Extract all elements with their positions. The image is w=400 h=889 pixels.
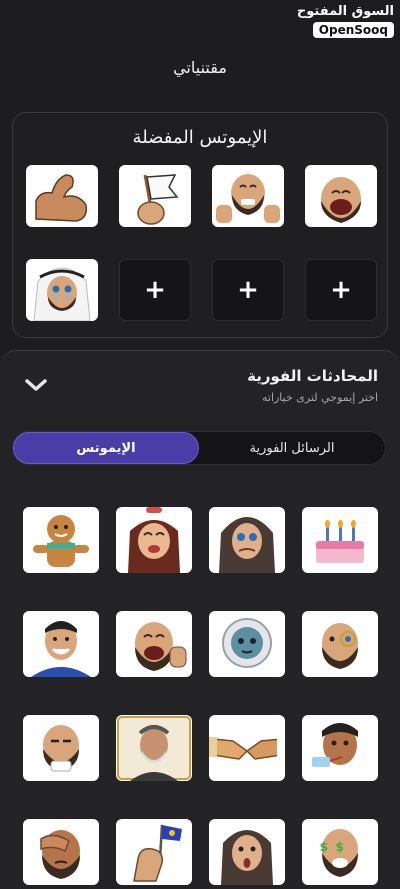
favorite-slot[interactable] [212, 165, 284, 227]
emote-item[interactable] [302, 611, 378, 677]
watermark-arabic: السوق المفتوح [296, 4, 394, 19]
emote-item[interactable] [209, 611, 285, 677]
fist-flag-emoji-icon [133, 824, 182, 882]
emote-item[interactable] [23, 507, 99, 573]
emote-item[interactable] [302, 715, 378, 781]
favorite-slot[interactable] [119, 165, 191, 227]
old-man-portrait-emoji-icon [117, 716, 191, 781]
white-flag-emoji-icon [137, 174, 179, 225]
handshake-emoji-icon [209, 737, 285, 760]
tab-emotes[interactable]: الإيموتس [13, 432, 199, 464]
favorite-slot[interactable] [26, 165, 98, 227]
favorite-slot[interactable] [305, 165, 377, 227]
emote-item[interactable] [23, 715, 99, 781]
facepalm-laughing-man-emoji-icon [135, 622, 187, 671]
add-favorite-button[interactable]: + [212, 259, 284, 321]
watermark-english: OpenSooq [312, 22, 394, 38]
emote-item[interactable] [209, 507, 285, 573]
facepalm-man-emoji-icon [40, 830, 80, 879]
emote-item[interactable] [116, 819, 192, 885]
smiling-man-emoji-icon [31, 621, 91, 677]
emote-item[interactable] [23, 611, 99, 677]
emote-item[interactable] [116, 715, 192, 781]
instant-chats-sheet: المحادثات الفورية اختر إيموجي لترى خيارا… [0, 350, 400, 889]
emote-item[interactable] [116, 507, 192, 573]
plus-icon: + [330, 275, 352, 305]
emote-item[interactable]: $ $ [302, 819, 378, 885]
crying-man-ghutra-emoji-icon [33, 267, 91, 321]
drinking-man-emoji-icon [312, 723, 358, 767]
gingerbread-man-emoji-icon [33, 515, 89, 567]
money-eyes-man-emoji-icon: $ $ [320, 829, 358, 877]
favorites-card: الإيموتس المفضلة + + + [12, 112, 388, 338]
tab-switcher: الرسائل الفورية الإيموتس [12, 431, 386, 465]
svg-text:$: $ [336, 840, 344, 854]
thumbs-up-man-emoji-icon [216, 174, 280, 223]
shocked-woman-emoji-icon [221, 830, 273, 885]
favorites-grid: + + + [25, 165, 377, 321]
emote-item[interactable] [209, 819, 285, 885]
plus-icon: + [144, 275, 166, 305]
add-favorite-button[interactable]: + [305, 259, 377, 321]
sheet-subtitle: اختر إيموجي لترى خياراته [261, 391, 378, 404]
favorites-title: الإيموتس المفضلة [132, 127, 268, 148]
crying-woman-hijab-emoji-icon [219, 517, 275, 573]
add-favorite-button[interactable]: + [119, 259, 191, 321]
astronaut-emoji-icon [222, 618, 272, 668]
emote-item[interactable] [209, 715, 285, 781]
flexed-biceps-emoji-icon [35, 174, 88, 222]
emote-item[interactable] [23, 819, 99, 885]
collapse-button[interactable] [22, 373, 50, 397]
emote-item[interactable] [116, 611, 192, 677]
tab-instant-messages[interactable]: الرسائل الفورية [199, 432, 385, 464]
chevron-down-icon [25, 379, 47, 391]
birthday-cake-emoji-icon [316, 520, 364, 563]
laughing-girl-emoji-icon [128, 507, 180, 573]
monocle-man-emoji-icon [322, 623, 358, 669]
emote-item[interactable] [302, 507, 378, 573]
svg-text:$: $ [320, 840, 328, 854]
page-title: مقتنياتي [173, 58, 227, 77]
plus-icon: + [237, 275, 259, 305]
favorite-slot[interactable] [26, 259, 98, 321]
emotes-grid: $ $ [22, 507, 378, 885]
laughing-man-emoji-icon [321, 177, 361, 223]
sheet-title: المحادثات الفورية [247, 367, 378, 385]
opensooq-watermark: السوق المفتوح OpenSooq [297, 4, 394, 38]
tea-man-emoji-icon [43, 725, 79, 772]
